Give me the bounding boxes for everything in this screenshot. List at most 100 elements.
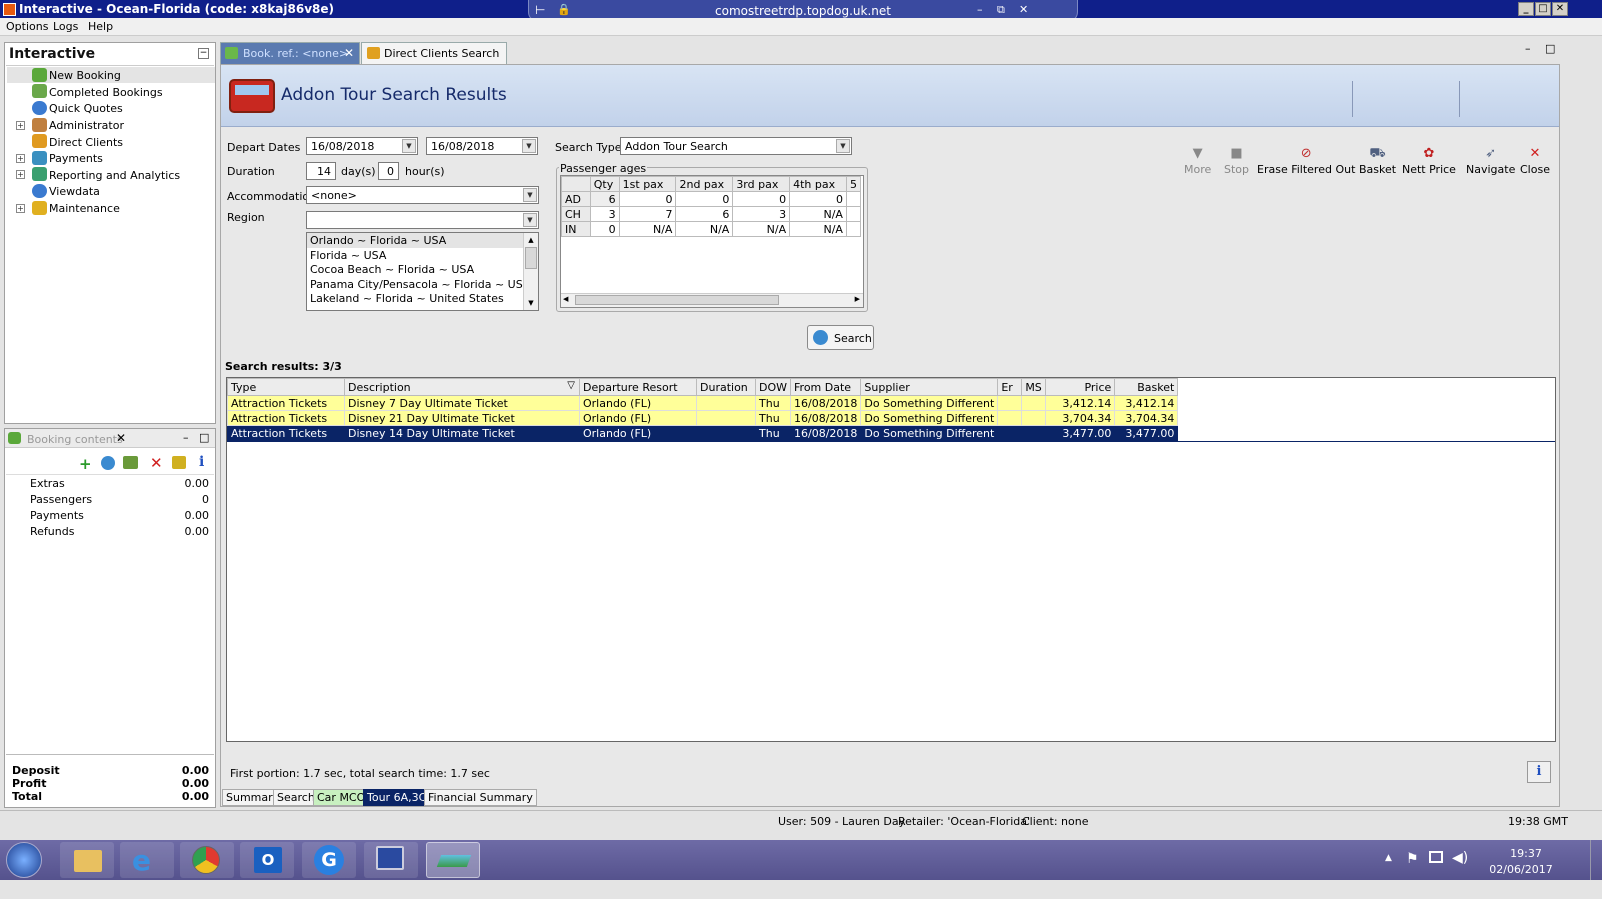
col-departure-resort[interactable]: Departure Resort [579,378,697,396]
start-button[interactable] [6,842,42,878]
close-tab-icon[interactable]: ✕ [116,431,126,445]
nav-item-payments[interactable]: Payments [49,152,103,165]
col-ms[interactable]: MS [1021,378,1047,396]
add-icon[interactable]: + [79,455,92,473]
close-window-button[interactable]: ✕ [1552,2,1568,16]
info-button[interactable]: i [1527,761,1551,783]
dropdown-arrow-icon[interactable]: ▼ [523,213,537,227]
minimize-button[interactable]: _ [1518,2,1534,16]
tab-tour[interactable]: Tour 6A,3C [363,789,431,806]
col-duration[interactable]: Duration [696,378,756,396]
region-option[interactable]: Lakeland ~ Florida ~ United States [310,292,530,307]
dropdown-arrow-icon[interactable]: ▼ [836,139,850,153]
col-basket[interactable]: Basket [1114,378,1179,396]
refresh-icon[interactable] [101,456,115,470]
filter-icon[interactable]: ▽ [567,380,575,391]
region-list[interactable]: Orlando ~ Florida ~ USA Florida ~ USA Co… [306,232,539,311]
col-type[interactable]: Type [227,378,345,396]
close-page-button[interactable]: ✕ Close [1520,147,1550,177]
scroll-thumb[interactable] [575,295,779,305]
depart-date-to[interactable]: 16/08/2018 ▼ [426,137,538,155]
depart-date-from[interactable]: 16/08/2018 ▼ [306,137,418,155]
region-option[interactable]: Orlando ~ Florida ~ USA [310,234,530,249]
taskbar-chrome[interactable] [180,842,234,878]
dropdown-arrow-icon[interactable]: ▼ [402,139,416,153]
palm-tree-icon[interactable] [172,456,186,469]
action-center-flag-icon[interactable]: ⚑ [1406,851,1419,867]
tab-booking-ref[interactable]: Book. ref.: <none> ✕ [220,42,360,64]
scroll-right-icon[interactable]: ▶ [855,295,860,303]
taskbar-explorer[interactable] [60,842,114,878]
scroll-left-icon[interactable]: ◀ [563,295,568,303]
expand-icon[interactable]: + [16,204,25,213]
close-tab-icon[interactable]: ✕ [344,46,354,60]
tab-search[interactable]: Search [273,789,319,806]
delete-icon[interactable]: ✕ [150,454,163,472]
duration-hours-input[interactable]: 0 [378,162,399,180]
tray-expand-icon[interactable]: ▲ [1385,853,1392,863]
nett-price-button[interactable]: ✿ Nett Price [1402,147,1456,177]
col-description[interactable]: Description ▽ [344,378,580,396]
nav-item-viewdata[interactable]: Viewdata [49,185,100,198]
menu-options[interactable]: Options [6,20,48,33]
dropdown-arrow-icon[interactable]: ▼ [522,139,536,153]
pax-row-infant[interactable]: IN 0 N/A N/A N/A N/A [561,221,862,237]
col-price[interactable]: Price [1045,378,1116,396]
maximize-pane-icon[interactable]: □ [1545,42,1555,55]
nav-item-new-booking[interactable]: New Booking [49,69,121,82]
col-er[interactable]: Er [997,378,1023,396]
results-table[interactable]: Type Description ▽ Departure Resort Durat… [226,377,1556,742]
region-scrollbar[interactable]: ▲ ▼ [523,233,538,310]
taskbar-ie[interactable]: e [120,842,174,878]
expand-icon[interactable]: + [16,170,25,179]
info-icon[interactable]: i [199,454,204,470]
table-row[interactable]: Attraction Tickets Disney 21 Day Ultimate… [227,410,1179,426]
col-dow[interactable]: DOW [754,378,792,396]
search-button[interactable]: Search [807,325,874,350]
minimize-pane-icon[interactable]: – [1525,42,1531,55]
tab-direct-clients-search[interactable]: Direct Clients Search [361,42,507,64]
region-option[interactable]: Florida ~ USA [310,249,530,264]
volume-icon[interactable]: ◀) [1452,850,1468,866]
nav-item-maintenance[interactable]: Maintenance [49,202,120,215]
rdp-restore-icon[interactable]: ⧉ [997,3,1005,17]
network-icon[interactable] [1429,851,1443,863]
dropdown-arrow-icon[interactable]: ▼ [523,188,537,202]
show-desktop-button[interactable] [1590,840,1602,880]
col-from-date[interactable]: From Date [790,378,862,396]
tab-car-mco[interactable]: Car MCO [313,789,370,806]
collapse-panel-icon[interactable]: − [198,48,209,59]
nav-item-administrator[interactable]: Administrator [49,119,124,132]
rdp-close-icon[interactable]: ✕ [1019,3,1028,16]
navigate-button[interactable]: ➶ Navigate [1466,147,1515,177]
taskbar-app-g[interactable]: G [302,842,356,878]
maximize-button[interactable]: □ [1535,2,1551,16]
pax-horizontal-scrollbar[interactable]: ◀ ▶ [561,293,863,307]
region-select[interactable]: ▼ [306,211,539,229]
taskbar-outlook[interactable]: O [240,842,294,878]
tab-financial-summary[interactable]: Financial Summary [424,789,537,806]
transfer-icon[interactable] [123,456,138,469]
scroll-thumb[interactable] [525,247,537,269]
region-option[interactable]: Panama City/Pensacola ~ Florida ~ USA [310,278,530,293]
search-type-select[interactable]: Addon Tour Search ▼ [620,137,852,155]
accommodation-select[interactable]: <none> ▼ [306,186,539,204]
scroll-down-icon[interactable]: ▼ [525,297,537,309]
scroll-up-icon[interactable]: ▲ [525,234,537,246]
minimize-panel-icon[interactable]: – [183,431,189,444]
nav-item-quick-quotes[interactable]: Quick Quotes [49,102,123,115]
passenger-ages-grid[interactable]: Qty 1st pax 2nd pax 3rd pax 4th pax 5 AD… [560,175,864,308]
pax-row-adult[interactable]: AD 6 0 0 0 0 [561,191,862,207]
pax-row-child[interactable]: CH 3 7 6 3 N/A [561,206,862,222]
col-supplier[interactable]: Supplier [860,378,999,396]
more-button[interactable]: ▼ More [1184,147,1211,177]
duration-days-input[interactable]: 14 [306,162,336,180]
nav-item-direct-clients[interactable]: Direct Clients [49,136,123,149]
nav-item-reporting[interactable]: Reporting and Analytics [49,169,180,182]
table-row-selected[interactable]: Attraction Tickets Disney 14 Day Ultimate… [227,425,1179,441]
taskbar-rdp[interactable] [364,842,418,878]
menu-help[interactable]: Help [88,20,113,33]
basket-button[interactable]: ⛟ Basket [1359,147,1396,177]
rdp-minimize-icon[interactable]: – [977,3,983,16]
region-option[interactable]: Cocoa Beach ~ Florida ~ USA [310,263,530,278]
